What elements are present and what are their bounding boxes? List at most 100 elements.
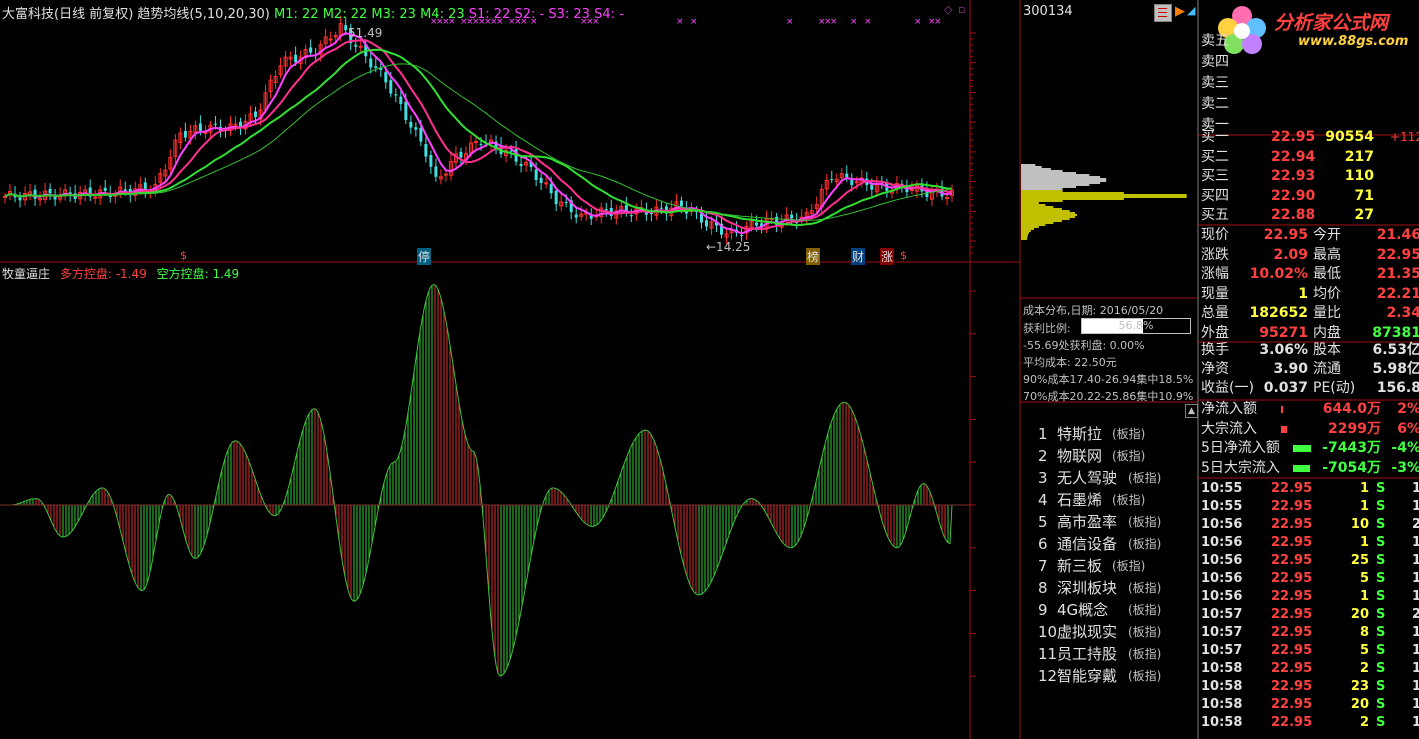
candle-body [443, 173, 448, 176]
quote-label: 最低 [1313, 266, 1341, 282]
sector-name: 智能穿戴 [1057, 667, 1118, 685]
buy-volume: 71 [1354, 187, 1374, 204]
sector-item[interactable]: 3 无人驾驶 (板指) [1030, 467, 1190, 489]
buy-row[interactable]: 买五 22.88 27 [1201, 206, 1419, 225]
tick-direction: S [1376, 517, 1386, 532]
candle-body [354, 44, 358, 47]
sector-name: 无人驾驶 [1057, 469, 1118, 487]
fund-value: 156.8 [1376, 380, 1419, 396]
cost-distribution [1021, 164, 1187, 240]
buy-row[interactable]: 买四 22.90 71 [1201, 187, 1419, 206]
fund-value: 3.06% [1259, 342, 1308, 358]
buy-label: 买五 [1201, 207, 1229, 223]
candle-body [479, 143, 483, 145]
fund-label: 换手 [1201, 342, 1229, 358]
tick-direction: S [1376, 715, 1386, 730]
money-flow-row: 大宗流入 2299万 6% [1201, 420, 1419, 439]
flow-bar [1281, 425, 1287, 433]
flow-label: 大宗流入 [1201, 420, 1257, 437]
sector-name: 4G概念 [1057, 601, 1109, 619]
diamond-icon[interactable]: ◇ [944, 3, 952, 16]
tick-direction: S [1376, 697, 1386, 712]
tick-row: 10:58 22.95 20 S 1 [1201, 696, 1419, 714]
tick-time: 10:55 [1201, 481, 1243, 496]
tick-count: 1 [1411, 571, 1419, 586]
sector-item[interactable]: 1 特斯拉 (板指) [1030, 423, 1190, 445]
sector-item[interactable]: 9 4G概念 (板指) [1030, 599, 1190, 621]
tick-row: 10:57 22.95 8 S 1 [1201, 624, 1419, 642]
buy-price: 22.93 [1271, 168, 1316, 184]
quote-label: 外盘 [1201, 324, 1229, 341]
sector-item[interactable]: 4 石墨烯 (板指) [1030, 489, 1190, 511]
candle-body [328, 38, 333, 41]
candle-body [429, 154, 433, 167]
sell-row[interactable]: 卖五 [1201, 32, 1419, 51]
collapse-icon[interactable]: ▫ [958, 3, 965, 16]
sector-item[interactable]: 6 通信设备 (板指) [1030, 533, 1190, 555]
fund-value: 0.037 [1263, 380, 1308, 396]
candle-body [183, 130, 187, 138]
sector-item[interactable]: 8 深圳板块 (板指) [1030, 577, 1190, 599]
tick-time: 10:58 [1201, 715, 1243, 730]
tick-row: 10:58 22.95 23 S 1 [1201, 678, 1419, 696]
sell-row[interactable]: 卖三 [1201, 74, 1419, 93]
sub-chart-name[interactable]: 牧童逼庄 [2, 267, 50, 281]
report-icon[interactable] [1154, 4, 1172, 22]
profit-label: 获利比例: [1023, 322, 1071, 335]
flow-value: -7054万 [1322, 459, 1381, 476]
badge-finance[interactable]: 财 [851, 248, 866, 265]
sector-item[interactable]: 7 新三板 (板指) [1030, 555, 1190, 577]
quote-value: 87381 [1372, 324, 1419, 341]
sector-number: 2 [1038, 447, 1048, 465]
tick-time: 10:57 [1201, 625, 1243, 640]
flag-icon[interactable]: ▶ [1175, 4, 1185, 19]
sector-item[interactable]: 2 物联网 (板指) [1030, 445, 1190, 467]
sell-row[interactable]: 卖四 [1201, 53, 1419, 72]
candle-body [629, 215, 633, 217]
tick-volume: 25 [1350, 553, 1369, 568]
buy-price: 22.90 [1271, 187, 1316, 204]
tick-price: 22.95 [1271, 481, 1313, 496]
sector-tag: (板指) [1128, 537, 1162, 551]
quote-label: 涨跌 [1201, 246, 1229, 263]
tick-row: 10:56 22.95 1 S 1 [1201, 588, 1419, 606]
buy-row[interactable]: 买三 22.93 110 [1201, 167, 1419, 186]
scroll-up-icon[interactable]: ▲ [1185, 404, 1198, 418]
tick-price: 22.95 [1271, 607, 1313, 622]
short-control-label: 空方控盘: 1.49 [156, 267, 240, 281]
tick-price: 22.95 [1271, 589, 1313, 604]
sector-item[interactable]: 11 员工持股 (板指) [1030, 643, 1190, 665]
flow-pct: -3% [1391, 459, 1419, 476]
sector-number: 10 [1038, 623, 1058, 641]
stock-name[interactable]: 大富科技(日线 前复权) [2, 7, 133, 22]
candle-body [389, 80, 393, 94]
fund-value: 6.53亿 [1372, 342, 1419, 358]
ma-m2: M2: 22 [322, 7, 368, 22]
candle-body [534, 169, 538, 180]
buy-label: 买二 [1201, 148, 1229, 165]
sector-item[interactable]: 10 虚拟现实 (板指) [1030, 621, 1190, 643]
signal-s3: S3: 23 [548, 7, 590, 22]
indicator-name[interactable]: 趋势均线(5,10,20,30) [137, 7, 269, 22]
badge-suspend[interactable]: 停 [417, 248, 432, 265]
candle-body [519, 163, 523, 167]
sector-item[interactable]: 12 智能穿戴 (板指) [1030, 665, 1190, 687]
tick-direction: S [1376, 679, 1386, 694]
badge-ranking[interactable]: 榜 [806, 248, 821, 265]
sector-item[interactable]: 5 高市盈率 (板指) [1030, 511, 1190, 533]
sector-number: 6 [1038, 535, 1048, 553]
buy-row[interactable]: 买二 22.94 217 [1201, 148, 1419, 167]
sector-name: 物联网 [1057, 447, 1103, 465]
tick-price: 22.95 [1271, 499, 1313, 514]
sell-row[interactable]: 卖二 [1201, 95, 1419, 114]
buy-row[interactable]: 买一 22.95 90554 +112 [1201, 128, 1419, 147]
quote-value: 2.34 [1386, 305, 1419, 321]
arrow-icon[interactable]: ◢ [1187, 4, 1195, 17]
tick-direction: S [1376, 535, 1386, 550]
badge-limit-up[interactable]: 涨 [880, 248, 895, 265]
ma-5-line [4, 32, 953, 235]
long-control-label: 多方控盘: -1.49 [59, 267, 147, 281]
candle-body [659, 207, 663, 209]
tick-direction: S [1376, 607, 1386, 622]
quote-row: 现价 22.95 今开 21.46 [1201, 226, 1419, 245]
